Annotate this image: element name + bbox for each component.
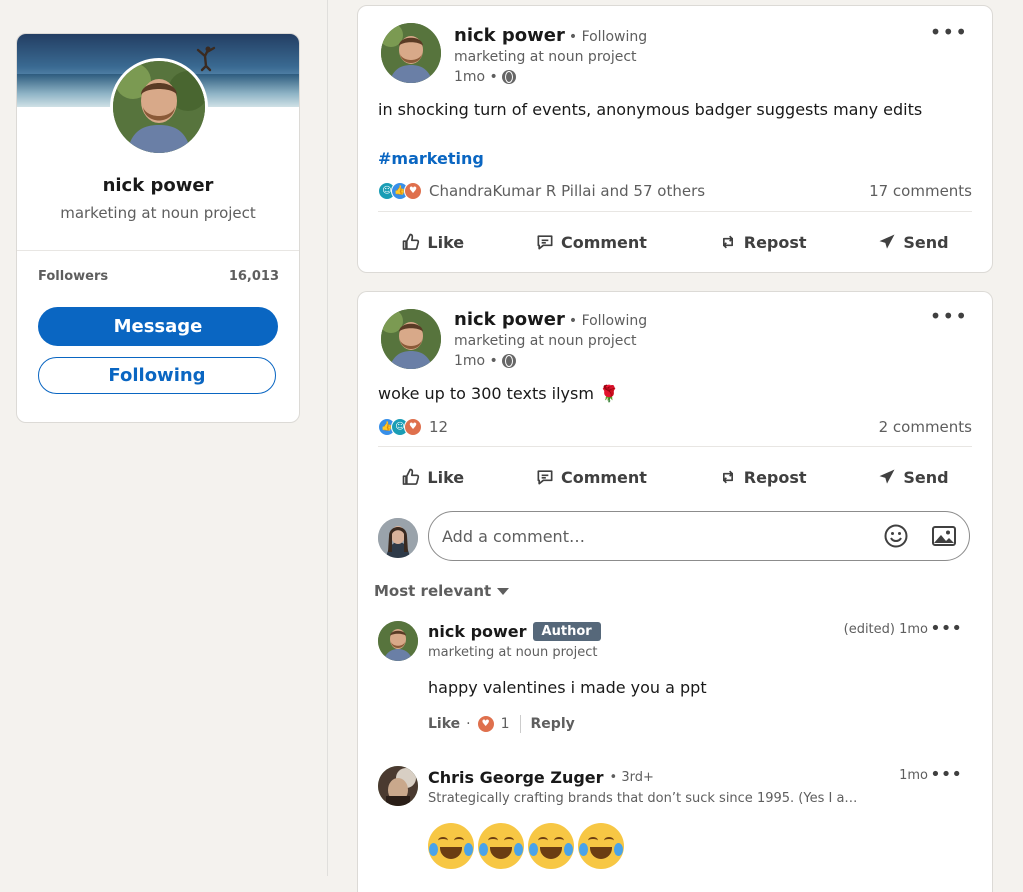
- more-dots-icon[interactable]: •••: [930, 20, 968, 44]
- laughing-tears-emoji: [478, 823, 524, 869]
- send-button[interactable]: Send: [867, 457, 958, 497]
- like-button[interactable]: Like: [391, 222, 474, 262]
- comment-emoji-content: [428, 823, 624, 869]
- post-author-avatar[interactable]: [381, 23, 441, 83]
- repost-arrows-icon: [722, 470, 733, 484]
- repost-button[interactable]: Repost: [708, 222, 817, 262]
- divider: [378, 211, 972, 212]
- post-timestamp: 1mo •: [454, 353, 516, 369]
- reactions-count: 12: [429, 418, 449, 436]
- commenter-headline: Strategically crafting brands that don’t…: [428, 791, 858, 806]
- more-dots-icon[interactable]: •••: [930, 764, 962, 785]
- post-timestamp: 1mo •: [454, 69, 516, 85]
- smiley-icon[interactable]: [883, 523, 909, 549]
- comment-reply-button[interactable]: Reply: [531, 716, 575, 732]
- thumbs-up-icon: [403, 233, 420, 250]
- love-reaction-icon: ♥: [404, 418, 422, 436]
- hashtag-link[interactable]: #marketing: [378, 149, 484, 168]
- globe-icon: [501, 354, 516, 368]
- reactions-summary[interactable]: 👍 ☺ ♥ 12: [378, 418, 448, 436]
- commenter-name[interactable]: nick power Author: [428, 622, 601, 641]
- caret-down-icon: [497, 587, 510, 595]
- image-icon[interactable]: [931, 523, 957, 549]
- love-reaction-icon: ♥: [476, 715, 495, 733]
- repost-arrows-icon: [722, 235, 733, 249]
- reactions-summary[interactable]: ☺ 👍 ♥ ChandraKumar R Pillai and 57 other…: [378, 182, 705, 200]
- separator-dot: ·: [466, 716, 471, 732]
- like-button[interactable]: Like: [391, 457, 474, 497]
- add-comment-input[interactable]: Add a comment…: [428, 511, 970, 561]
- post-text: woke up to 300 texts ilysm 🌹: [378, 384, 619, 403]
- repost-button[interactable]: Repost: [708, 457, 817, 497]
- laughing-tears-emoji: [528, 823, 574, 869]
- laughing-tears-emoji: [428, 823, 474, 869]
- profile-card: nick power marketing at noun project Fol…: [16, 33, 300, 423]
- connection-degree: • 3rd+: [609, 770, 654, 785]
- comments-count-link[interactable]: 17 comments: [869, 182, 972, 200]
- paper-plane-icon: [879, 469, 895, 484]
- divider: [519, 715, 521, 733]
- author-badge: Author: [532, 622, 601, 641]
- current-user-avatar[interactable]: [378, 518, 418, 558]
- comment-sort-dropdown[interactable]: Most relevant: [374, 582, 510, 600]
- comment-like-button[interactable]: Like: [428, 716, 460, 732]
- followers-count: 16,013: [228, 269, 279, 284]
- post-actions-bar: Like Comment Repost Send: [358, 222, 992, 262]
- comment-timestamp: (edited) 1mo: [843, 622, 928, 637]
- feed-post: nick power • Following marketing at noun …: [357, 291, 993, 892]
- divider: [378, 446, 972, 447]
- post-author-name[interactable]: nick power • Following: [454, 309, 647, 330]
- post-author-avatar[interactable]: [381, 309, 441, 369]
- post-author-name[interactable]: nick power • Following: [454, 25, 647, 46]
- left-column: nick power marketing at noun project Fol…: [0, 0, 328, 876]
- follow-status: • Following: [568, 29, 648, 45]
- post-text: in shocking turn of events, anonymous ba…: [378, 100, 923, 119]
- more-dots-icon[interactable]: •••: [930, 618, 962, 639]
- profile-name[interactable]: nick power: [17, 175, 299, 196]
- thumbs-up-icon: [403, 468, 420, 485]
- commenter-headline: marketing at noun project: [428, 645, 598, 660]
- post-author-headline: marketing at noun project: [454, 49, 637, 65]
- comment-placeholder: Add a comment…: [442, 526, 585, 546]
- paper-plane-icon: [879, 234, 895, 249]
- feed-post: nick power • Following marketing at noun …: [357, 5, 993, 273]
- profile-avatar[interactable]: [110, 58, 208, 156]
- comment-button[interactable]: Comment: [525, 457, 657, 497]
- globe-icon: [501, 70, 516, 84]
- comment-text: happy valentines i made you a ppt: [428, 678, 707, 697]
- follow-status: • Following: [568, 313, 648, 329]
- speech-bubble-icon: [537, 235, 553, 250]
- following-button[interactable]: Following: [38, 357, 276, 394]
- profile-headline: marketing at noun project: [60, 204, 256, 222]
- comment-button[interactable]: Comment: [525, 222, 657, 262]
- message-button[interactable]: Message: [38, 307, 278, 346]
- commenter-avatar[interactable]: [378, 621, 418, 661]
- love-reaction-icon: ♥: [404, 182, 422, 200]
- send-button[interactable]: Send: [867, 222, 958, 262]
- commenter-name[interactable]: Chris George Zuger • 3rd+: [428, 768, 654, 787]
- followers-label: Followers: [38, 269, 109, 284]
- comment-reaction-count[interactable]: 1: [501, 716, 510, 732]
- reactions-text: ChandraKumar R Pillai and 57 others: [429, 182, 706, 200]
- comments-count-link[interactable]: 2 comments: [879, 418, 972, 436]
- speech-bubble-icon: [537, 470, 553, 485]
- post-actions-bar: Like Comment Repost Send: [358, 457, 992, 497]
- divider: [17, 250, 299, 251]
- comment-timestamp: 1mo: [899, 768, 928, 783]
- post-author-headline: marketing at noun project: [454, 333, 637, 349]
- more-dots-icon[interactable]: •••: [930, 304, 968, 328]
- laughing-tears-emoji: [578, 823, 624, 869]
- commenter-avatar[interactable]: [378, 766, 418, 806]
- comment-actions: Like · ♥ 1 Reply: [428, 715, 575, 733]
